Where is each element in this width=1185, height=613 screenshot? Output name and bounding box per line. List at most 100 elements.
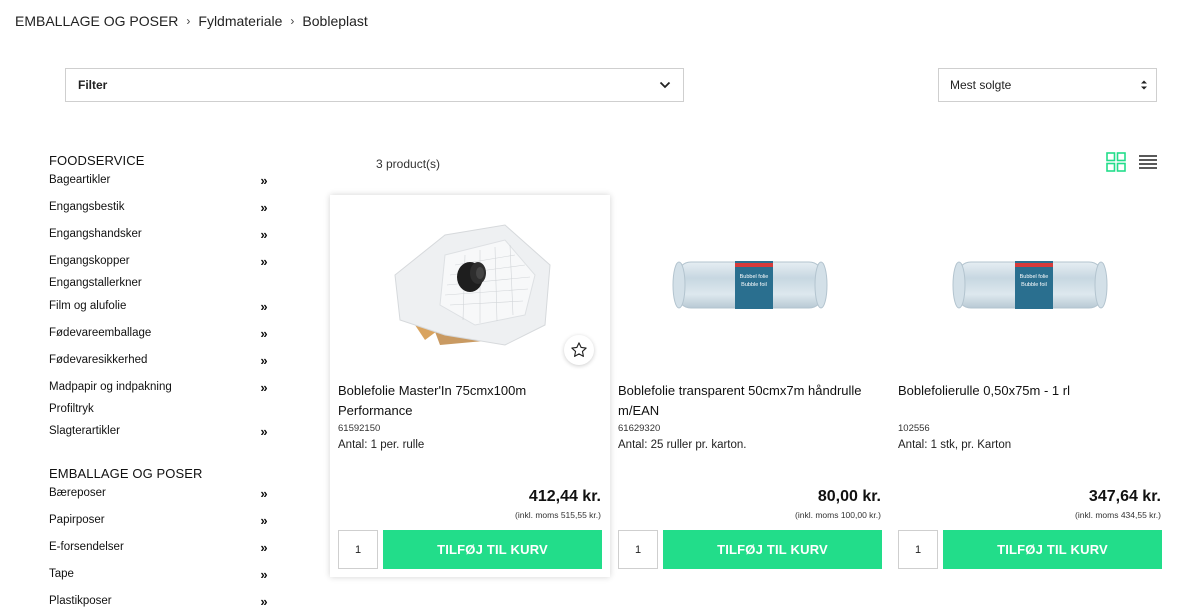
product-quantity-info: Antal: 25 ruller pr. karton. <box>618 439 747 451</box>
sidebar-item[interactable]: Slagterartikler » <box>49 423 279 439</box>
quantity-input[interactable]: 1 <box>338 530 378 569</box>
breadcrumb: EMBALLAGE OG POSER › Fyldmateriale › Bob… <box>15 13 368 29</box>
product-title[interactable]: Boblefolierulle 0,50x75m - 1 rl <box>898 381 1162 401</box>
grid-view-icon[interactable] <box>1106 152 1126 172</box>
add-to-cart-button[interactable]: TILFØJ TIL KURV <box>663 530 882 569</box>
sidebar-item[interactable]: Fødevareemballage » <box>49 325 279 341</box>
double-chevron-right-icon[interactable]: » <box>257 353 271 368</box>
category-group-emballage: EMBALLAGE OG POSER Bæreposer » Papirposer »… <box>49 463 279 609</box>
product-quantity-info: Antal: 1 stk, pr. Karton <box>898 439 1012 451</box>
sidebar-item[interactable]: Profiltryk <box>49 401 279 417</box>
double-chevron-right-icon[interactable]: » <box>257 424 271 439</box>
category-sidebar: FOODSERVICE Bageartikler» Engangsbestik» E… <box>49 150 279 613</box>
sidebar-item[interactable]: Papirposer » <box>49 512 279 528</box>
double-chevron-right-icon[interactable]: » <box>257 227 271 242</box>
breadcrumb-item-emballage[interactable]: EMBALLAGE OG POSER <box>15 13 178 29</box>
bubble-wrap-image <box>394 224 551 346</box>
category-heading[interactable]: FOODSERVICE <box>49 150 279 168</box>
sidebar-item[interactable]: Madpapir og indpakning » <box>49 379 279 395</box>
sidebar-item-label: Engangshandsker <box>49 228 142 240</box>
sidebar-item-label: E-forsendelser <box>49 541 124 553</box>
sidebar-item-label: Bageartikler <box>49 174 111 186</box>
sidebar-item[interactable]: E-forsendelser » <box>49 539 279 555</box>
sidebar-item[interactable]: Tape » <box>49 566 279 582</box>
sidebar-item-label: Papirposer <box>49 514 105 526</box>
select-arrows-icon <box>1141 80 1147 90</box>
sort-select[interactable]: Mest solgte <box>938 68 1157 102</box>
double-chevron-right-icon[interactable]: » <box>257 513 271 528</box>
sidebar-item[interactable]: Engangstallerkner <box>49 275 279 291</box>
breadcrumb-separator: › <box>290 14 295 28</box>
sidebar-item-label: Engangskopper <box>49 255 130 267</box>
sidebar-item-label: Bæreposer <box>49 487 106 499</box>
product-title[interactable]: Boblefolie transparent 50cmx7m håndrulle… <box>618 381 882 421</box>
filter-label: Filter <box>78 78 108 92</box>
product-sku: 102556 <box>898 423 930 434</box>
sidebar-item[interactable]: Bæreposer » <box>49 485 279 501</box>
sort-selected-value: Mest solgte <box>950 78 1012 92</box>
double-chevron-right-icon[interactable]: » <box>257 540 271 555</box>
star-icon <box>571 342 587 357</box>
breadcrumb-item-current: Bobleplast <box>302 13 368 29</box>
product-title[interactable]: Boblefolie Master'In 75cmx100m Performan… <box>338 381 602 421</box>
product-vat-note: (inkl. moms 434,55 kr.) <box>1075 510 1161 520</box>
breadcrumb-separator: › <box>186 14 191 28</box>
sidebar-item-label: Fødevareemballage <box>49 327 152 339</box>
list-view-icon[interactable] <box>1138 154 1158 170</box>
add-to-cart-button[interactable]: TILFØJ TIL KURV <box>383 530 602 569</box>
favorite-button[interactable] <box>564 335 594 365</box>
sidebar-item[interactable]: Film og alufolie » <box>49 298 279 314</box>
product-price: 80,00 kr. <box>817 488 881 505</box>
product-vat-note: (inkl. moms 100,00 kr.) <box>795 510 881 520</box>
roll-label-line1: Bubbel folie <box>740 274 769 280</box>
sidebar-item-label: Tape <box>49 568 74 580</box>
sidebar-item[interactable]: Engangshandsker » <box>49 226 279 242</box>
double-chevron-right-icon[interactable]: » <box>257 567 271 582</box>
product-vat-note: (inkl. moms 515,55 kr.) <box>515 510 601 520</box>
sidebar-item-label: Plastikposer <box>49 595 112 607</box>
sidebar-item-label: Film og alufolie <box>49 300 127 312</box>
product-sku: 61629320 <box>618 423 661 434</box>
sidebar-item-label: Fødevaresikkerhed <box>49 354 148 366</box>
quantity-input[interactable]: 1 <box>898 530 938 569</box>
product-image[interactable]: Bubbel folie Bubble foil <box>610 195 890 375</box>
sidebar-item[interactable]: Bageartikler » <box>49 172 279 188</box>
category-group-foodservice: FOODSERVICE Bageartikler» Engangsbestik» E… <box>49 150 279 439</box>
double-chevron-right-icon[interactable]: » <box>257 173 271 188</box>
double-chevron-right-icon[interactable]: » <box>257 380 271 395</box>
sidebar-item[interactable]: Fødevaresikkerhed » <box>49 352 279 368</box>
bubble-roll-image: Bubbel folie Bubble foil <box>672 261 828 309</box>
double-chevron-right-icon[interactable]: » <box>257 594 271 609</box>
sidebar-item-label: Profiltryk <box>49 403 94 415</box>
filter-dropdown[interactable]: Filter <box>65 68 684 102</box>
double-chevron-right-icon[interactable]: » <box>257 254 271 269</box>
product-card: Bubbel folie Bubble foil Boblefolie tran… <box>610 195 890 577</box>
sidebar-item[interactable]: Engangsbestik » <box>49 199 279 215</box>
sidebar-item-label: Madpapir og indpakning <box>49 381 172 393</box>
product-quantity-info: Antal: 1 per. rulle <box>338 439 425 451</box>
sidebar-item-label: Slagterartikler <box>49 425 120 437</box>
breadcrumb-item-fyldmateriale[interactable]: Fyldmateriale <box>198 13 282 29</box>
double-chevron-right-icon[interactable]: » <box>257 299 271 314</box>
sidebar-item-label: Engangsbestik <box>49 201 125 213</box>
sidebar-item[interactable]: Plastikposer » <box>49 593 279 609</box>
quantity-input[interactable]: 1 <box>618 530 658 569</box>
sidebar-item[interactable]: Engangskopper » <box>49 253 279 269</box>
product-card: Bubbel folie Bubble foil Boblefolierulle… <box>890 195 1170 577</box>
double-chevron-right-icon[interactable]: » <box>257 200 271 215</box>
category-heading[interactable]: EMBALLAGE OG POSER <box>49 463 279 481</box>
sidebar-item-label: Engangstallerkner <box>49 277 142 289</box>
chevron-down-icon <box>659 81 671 89</box>
product-price: 347,64 kr. <box>1088 488 1161 505</box>
product-image[interactable]: Bubbel folie Bubble foil <box>890 195 1170 375</box>
product-price: 412,44 kr. <box>528 488 601 505</box>
product-count: 3 product(s) <box>376 157 441 171</box>
roll-label-line2: Bubble foil <box>741 282 767 288</box>
double-chevron-right-icon[interactable]: » <box>257 326 271 341</box>
double-chevron-right-icon[interactable]: » <box>257 486 271 501</box>
product-card: Boblefolie Master'In 75cmx100m Performan… <box>330 195 610 577</box>
product-sku: 61592150 <box>338 423 381 434</box>
add-to-cart-button[interactable]: TILFØJ TIL KURV <box>943 530 1162 569</box>
roll-label-line2: Bubble foil <box>1021 282 1047 288</box>
bubble-roll-image: Bubbel folie Bubble foil <box>952 261 1108 309</box>
